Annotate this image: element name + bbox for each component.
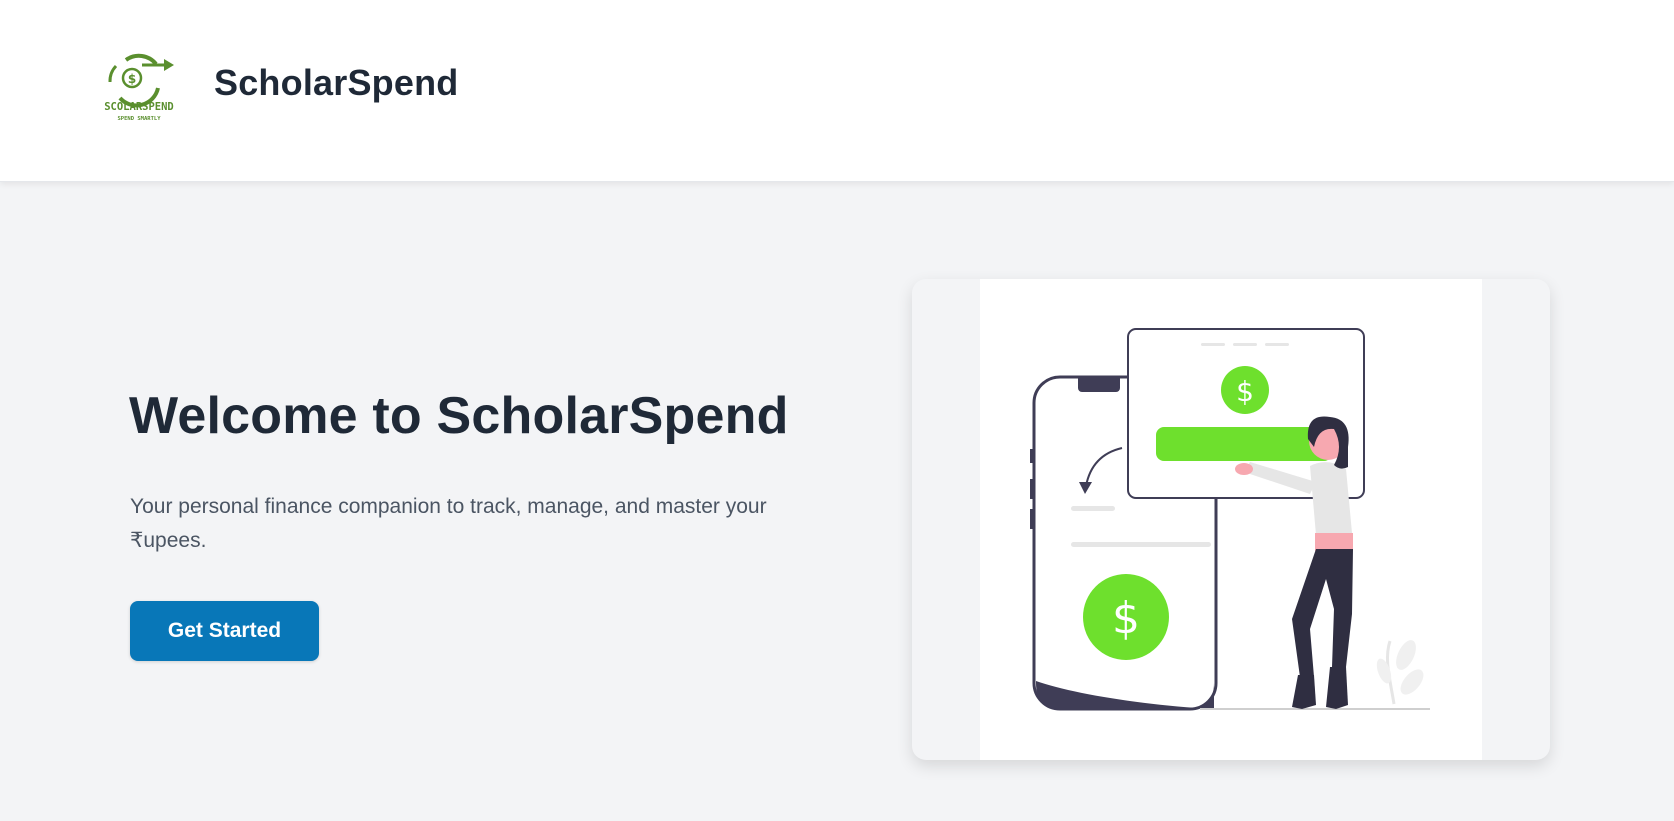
woman-with-phone-and-payment-card-illustration-icon: $ $ — [1030, 328, 1430, 711]
svg-text:$: $ — [1236, 375, 1254, 408]
circular-arrows-dollar-logo-icon: $ SCOLARSPEND SPEND SMARTLY — [104, 53, 174, 122]
hero-subtitle: Your personal finance companion to track… — [130, 495, 767, 552]
logo-tagline: SPEND SMARTLY — [117, 116, 161, 122]
scholarspend-logo[interactable]: $ SCOLARSPEND SPEND SMARTLY — [96, 48, 182, 126]
logo-wordmark: SCOLARSPEND — [104, 101, 174, 113]
svg-text:$: $ — [1112, 593, 1140, 644]
illustration-canvas: $ $ — [980, 279, 1482, 760]
get-started-button[interactable]: Get Started — [130, 601, 319, 661]
app-name: ScholarSpend — [214, 62, 459, 103]
hero-title: Welcome to ScholarSpend — [129, 387, 789, 445]
svg-text:$: $ — [128, 72, 136, 86]
top-header: $ SCOLARSPEND SPEND SMARTLY ScholarSpend — [0, 0, 1674, 182]
hero-illustration-card: $ $ — [912, 279, 1550, 760]
